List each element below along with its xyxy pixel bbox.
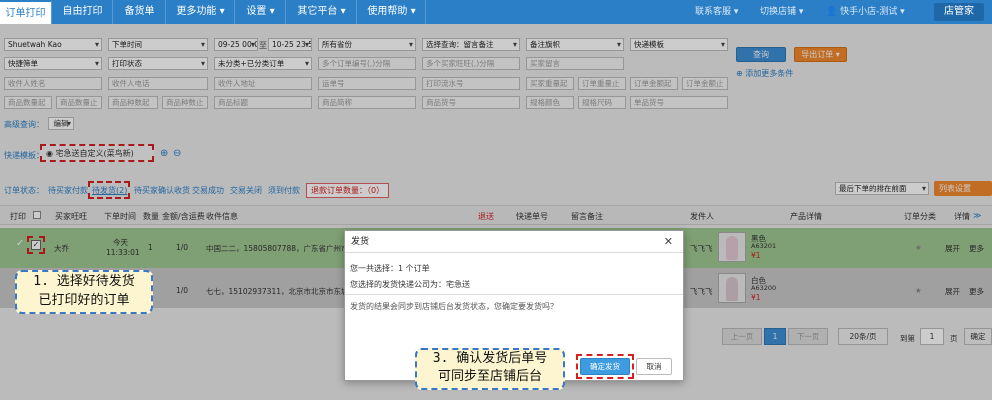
shop-name-label: 快手小店-测试 ▾: [840, 7, 905, 17]
tab-other-platforms[interactable]: 其它平台 ▾: [287, 0, 357, 24]
cancel-button[interactable]: 取消: [636, 358, 672, 375]
dialog-message: 发货的结果会同步到店铺后台发货状态，您确定要发货吗？: [350, 302, 558, 311]
step1-line2: 已打印好的订单: [38, 293, 130, 308]
tab-stock-list[interactable]: 备货单: [114, 0, 166, 24]
app-logo: 店管家: [934, 3, 984, 21]
shop-name-menu[interactable]: 👤 快手小店-测试 ▾: [826, 0, 905, 24]
step1-line1: 1. 选择好待发货: [33, 274, 135, 289]
tab-more-functions[interactable]: 更多功能 ▾: [167, 0, 235, 24]
dialog-title: 发货: [345, 231, 683, 253]
confirm-ship-button[interactable]: 确定发货: [580, 358, 630, 375]
dialog-order-count: 您一共选择：1 个订单: [350, 264, 430, 273]
step3-line1: 3. 确认发货后单号: [432, 351, 548, 366]
close-icon[interactable]: ✕: [664, 235, 673, 248]
dialog-divider: [345, 294, 683, 295]
step3-callout: 3. 确认发货后单号 可同步至店铺后台: [415, 348, 565, 390]
dialog-express-company: 您选择的发货快递公司为：宅急送: [350, 280, 470, 289]
contact-support-link[interactable]: 联系客服 ▾: [695, 0, 738, 24]
tab-help[interactable]: 使用帮助 ▾: [358, 0, 426, 24]
tab-order-print[interactable]: 订单打印: [0, 0, 52, 24]
switch-shop-link[interactable]: 切换店铺 ▾: [760, 0, 803, 24]
tab-free-print[interactable]: 自由打印: [53, 0, 113, 24]
user-icon: 👤: [826, 7, 841, 17]
step1-callout: 1. 选择好待发货 已打印好的订单: [15, 270, 153, 314]
tab-settings[interactable]: 设置 ▾: [236, 0, 286, 24]
top-nav: 订单打印 自由打印 备货单 更多功能 ▾ 设置 ▾ 其它平台 ▾ 使用帮助 ▾ …: [0, 0, 992, 24]
step3-line2: 可同步至店铺后台: [437, 369, 542, 384]
